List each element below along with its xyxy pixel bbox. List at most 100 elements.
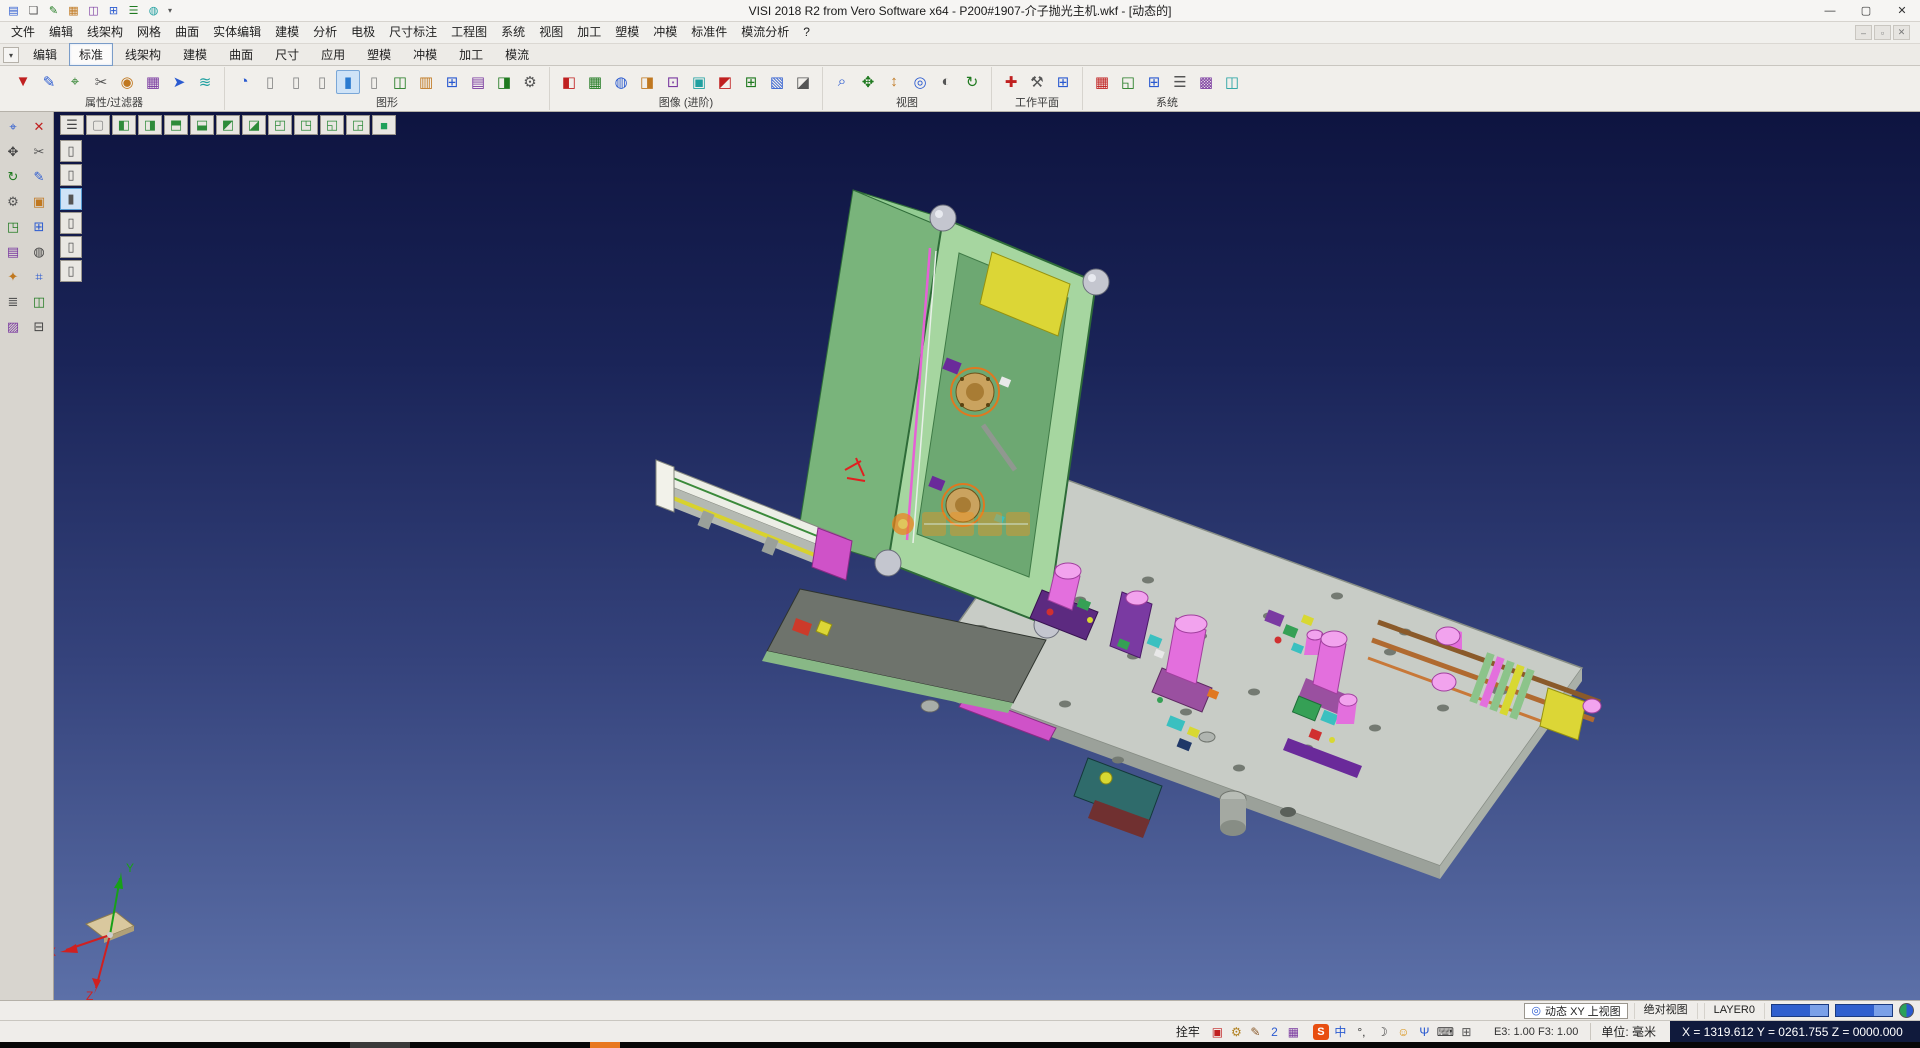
menu-item[interactable]: 系统 bbox=[494, 22, 532, 43]
view-cube-button[interactable]: ◳ bbox=[294, 115, 318, 135]
menu-item[interactable]: 编辑 bbox=[42, 22, 80, 43]
tool-icon[interactable]: ✦ bbox=[1, 265, 25, 289]
ime-icon[interactable]: ☺ bbox=[1394, 1023, 1413, 1040]
quick-access-icon[interactable]: ◍ bbox=[144, 2, 163, 19]
menu-item[interactable]: 线架构 bbox=[80, 22, 130, 43]
ribbon-icon[interactable]: ▥ bbox=[414, 70, 438, 94]
ribbon-icon[interactable]: ✚ bbox=[999, 70, 1023, 94]
ribbon-icon[interactable]: ⚒ bbox=[1025, 70, 1049, 94]
ribbon-icon[interactable]: ☰ bbox=[1168, 70, 1192, 94]
absolute-view-button[interactable]: 绝对视图 bbox=[1634, 1003, 1698, 1019]
toolbar-tab[interactable]: 建模 bbox=[173, 43, 217, 66]
display-mode-button[interactable]: ▯ bbox=[60, 260, 82, 282]
menu-item[interactable]: 尺寸标注 bbox=[382, 22, 444, 43]
ribbon-icon[interactable]: ▮ bbox=[336, 70, 360, 94]
view-cube-button[interactable]: ◩ bbox=[216, 115, 240, 135]
view-cube-button[interactable]: ◲ bbox=[346, 115, 370, 135]
view-cube-button[interactable]: ☰ bbox=[60, 115, 84, 135]
menu-item[interactable]: 模流分析 bbox=[734, 22, 796, 43]
view-cube-button[interactable]: ▢ bbox=[86, 115, 110, 135]
ribbon-icon[interactable]: ◧ bbox=[557, 70, 581, 94]
menu-item[interactable]: 标准件 bbox=[684, 22, 734, 43]
menu-item[interactable]: 加工 bbox=[570, 22, 608, 43]
display-mode-button[interactable]: ▯ bbox=[60, 140, 82, 162]
view-cube-button[interactable]: ◨ bbox=[138, 115, 162, 135]
tool-icon[interactable]: ⚙ bbox=[1, 190, 25, 214]
quick-access-icon[interactable]: ⊞ bbox=[104, 2, 123, 19]
ribbon-icon[interactable]: ▦ bbox=[583, 70, 607, 94]
quick-access-icon[interactable]: ✎ bbox=[44, 2, 63, 19]
toolbar-tab[interactable]: 冲模 bbox=[403, 43, 447, 66]
tool-icon[interactable]: ⌗ bbox=[27, 265, 51, 289]
ribbon-icon[interactable]: ◩ bbox=[713, 70, 737, 94]
toolbar-tab[interactable]: 尺寸 bbox=[265, 43, 309, 66]
tool-icon[interactable]: ⊟ bbox=[27, 315, 51, 339]
ime-icon[interactable]: ⌨ bbox=[1436, 1023, 1455, 1040]
toolbar-tab[interactable]: 标准 bbox=[69, 43, 113, 66]
toolbar-tab[interactable]: 线架构 bbox=[115, 43, 171, 66]
tool-icon[interactable]: ◫ bbox=[27, 290, 51, 314]
tool-icon[interactable]: ▤ bbox=[1, 240, 25, 264]
ribbon-icon[interactable]: ⊡ bbox=[661, 70, 685, 94]
close-button[interactable]: ✕ bbox=[1884, 0, 1920, 21]
ribbon-icon[interactable]: ▼ bbox=[11, 70, 35, 94]
ribbon-icon[interactable]: ↻ bbox=[960, 70, 984, 94]
ribbon-icon[interactable]: ⊞ bbox=[1051, 70, 1075, 94]
toolbar-tab[interactable]: 应用 bbox=[311, 43, 355, 66]
view-cube-button[interactable]: ■ bbox=[372, 115, 396, 135]
tray-icon[interactable]: 2 bbox=[1265, 1023, 1284, 1040]
tool-icon[interactable]: ↻ bbox=[1, 165, 25, 189]
quick-access-icon[interactable]: ❏ bbox=[24, 2, 43, 19]
toolbar-tab[interactable]: 编辑 bbox=[23, 43, 67, 66]
ribbon-icon[interactable]: ✥ bbox=[856, 70, 880, 94]
ribbon-icon[interactable]: ⊞ bbox=[440, 70, 464, 94]
display-mode-button[interactable]: ▯ bbox=[60, 212, 82, 234]
ribbon-icon[interactable]: ▯ bbox=[284, 70, 308, 94]
viewport-3d[interactable]: ☰▢◧◨⬒⬓◩◪◰◳◱◲■ ▯▯▮▯▯▯ bbox=[54, 112, 1920, 1000]
chevron-down-icon[interactable]: ▾ bbox=[163, 6, 177, 15]
quick-access-icon[interactable]: ▤ bbox=[4, 2, 23, 19]
ribbon-icon[interactable]: ▯ bbox=[258, 70, 282, 94]
ime-icon[interactable]: °, bbox=[1352, 1023, 1371, 1040]
menu-item[interactable]: 塑模 bbox=[608, 22, 646, 43]
view-cube-button[interactable]: ◱ bbox=[320, 115, 344, 135]
ribbon-icon[interactable]: ✎ bbox=[37, 70, 61, 94]
toolbar-tab[interactable]: 塑模 bbox=[357, 43, 401, 66]
tab-dropdown-icon[interactable]: ▾ bbox=[3, 47, 19, 63]
ribbon-icon[interactable]: ✂ bbox=[89, 70, 113, 94]
ribbon-icon[interactable]: ▯ bbox=[310, 70, 334, 94]
ime-icon[interactable]: 中 bbox=[1331, 1023, 1350, 1040]
quick-access-icon[interactable]: ▦ bbox=[64, 2, 83, 19]
tool-icon[interactable]: ▣ bbox=[27, 190, 51, 214]
menu-item[interactable]: 冲模 bbox=[646, 22, 684, 43]
tray-icon[interactable]: ✎ bbox=[1246, 1023, 1265, 1040]
display-mode-button[interactable]: ▯ bbox=[60, 164, 82, 186]
display-mode-button[interactable]: ▮ bbox=[60, 188, 82, 210]
document-window-button[interactable]: ✕ bbox=[1893, 25, 1910, 40]
ribbon-icon[interactable]: ◪ bbox=[791, 70, 815, 94]
tray-icon[interactable]: ⚙ bbox=[1227, 1023, 1246, 1040]
ribbon-icon[interactable]: ◐ bbox=[934, 70, 958, 94]
view-cube-button[interactable]: ◪ bbox=[242, 115, 266, 135]
ribbon-icon[interactable]: ⌕ bbox=[830, 70, 854, 94]
view-cube-button[interactable]: ⬒ bbox=[164, 115, 188, 135]
tray-icon[interactable]: ▦ bbox=[1284, 1023, 1303, 1040]
menu-item[interactable]: 文件 bbox=[4, 22, 42, 43]
lock-label[interactable]: 拴牢 bbox=[1176, 1023, 1204, 1040]
menu-item[interactable]: 建模 bbox=[268, 22, 306, 43]
ime-icon[interactable]: ☽ bbox=[1373, 1023, 1392, 1040]
ribbon-icon[interactable]: ▣ bbox=[687, 70, 711, 94]
ime-icon[interactable]: S bbox=[1313, 1024, 1329, 1040]
ribbon-icon[interactable]: ◨ bbox=[492, 70, 516, 94]
tool-icon[interactable]: ✎ bbox=[27, 165, 51, 189]
view-cube-button[interactable]: ⬓ bbox=[190, 115, 214, 135]
display-mode-button[interactable]: ▯ bbox=[60, 236, 82, 258]
ribbon-icon[interactable]: ◨ bbox=[635, 70, 659, 94]
document-window-button[interactable]: ▫ bbox=[1874, 25, 1891, 40]
ribbon-icon[interactable]: ▤ bbox=[466, 70, 490, 94]
tool-icon[interactable]: ≣ bbox=[1, 290, 25, 314]
menu-item[interactable]: 曲面 bbox=[168, 22, 206, 43]
toolbar-tab[interactable]: 曲面 bbox=[219, 43, 263, 66]
ribbon-icon[interactable]: ▩ bbox=[1194, 70, 1218, 94]
layer-button[interactable]: LAYER0 bbox=[1704, 1003, 1765, 1019]
